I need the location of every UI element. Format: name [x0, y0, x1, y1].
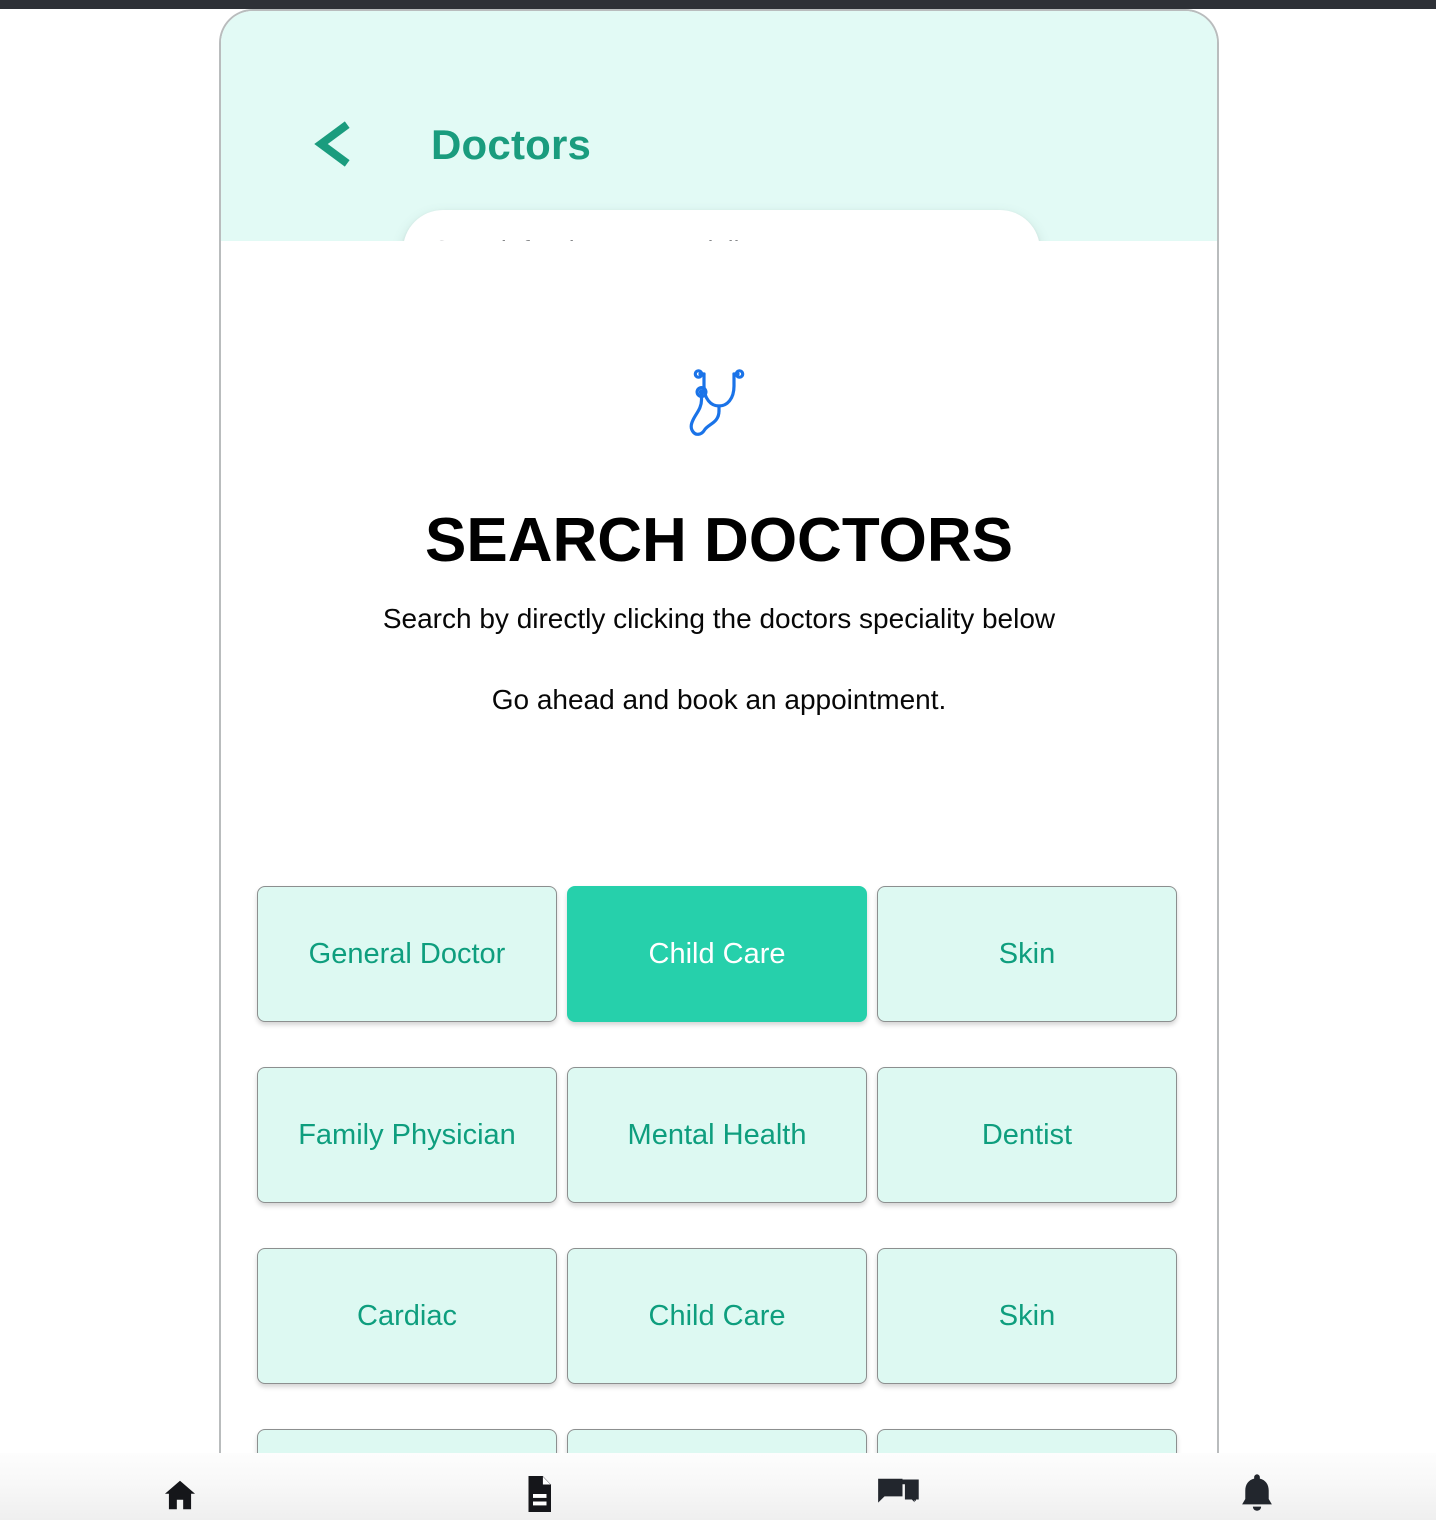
stethoscope-icon [221, 361, 1217, 437]
speciality-button[interactable]: General Doctor [257, 886, 557, 1022]
speciality-button[interactable]: Skin [877, 886, 1177, 1022]
home-icon [159, 1476, 201, 1514]
forum-chat-icon [877, 1476, 919, 1514]
os-status-strip [0, 0, 1436, 9]
nav-item-messages[interactable] [718, 1453, 1077, 1520]
page-title: Doctors [431, 121, 592, 168]
back-button[interactable] [303, 114, 359, 174]
main-content: SEARCH DOCTORS Search by directly clicki… [221, 241, 1217, 1520]
phone-frame: Doctors SEARCH DOCTORS Search [219, 9, 1219, 1520]
speciality-button[interactable]: Skin [877, 1248, 1177, 1384]
chevron-left-icon [311, 121, 351, 167]
speciality-button[interactable]: Mental Health [567, 1067, 867, 1203]
speciality-grid: General Doctor Child Care Skin Family Ph… [257, 886, 1181, 1520]
speciality-button[interactable]: Child Care [567, 1248, 867, 1384]
app-header: Doctors [221, 11, 1217, 241]
speciality-button[interactable]: Cardiac [257, 1248, 557, 1384]
nav-item-home[interactable] [0, 1453, 359, 1520]
bell-notification-icon [1238, 1472, 1276, 1514]
main-subtitle-secondary: Go ahead and book an appointment. [491, 684, 947, 715]
nav-item-documents[interactable] [359, 1453, 718, 1520]
speciality-button-selected[interactable]: Child Care [567, 886, 867, 1022]
document-icon [521, 1474, 557, 1514]
main-heading: SEARCH DOCTORS [425, 506, 1013, 575]
bottom-navigation-bar [0, 1453, 1436, 1520]
speciality-button[interactable]: Family Physician [257, 1067, 557, 1203]
nav-item-notifications[interactable] [1077, 1453, 1436, 1520]
speciality-button[interactable]: Dentist [877, 1067, 1177, 1203]
main-subtitle-primary: Search by directly clicking the doctors … [382, 603, 1056, 634]
